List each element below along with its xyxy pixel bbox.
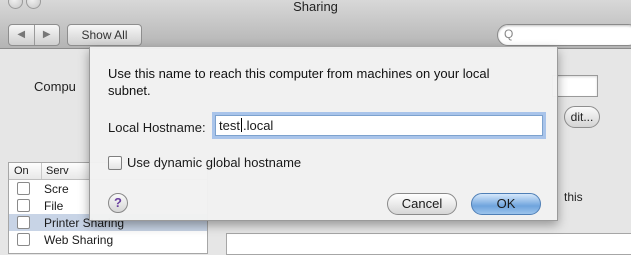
service-label: Web Sharing <box>44 232 114 247</box>
service-checkbox[interactable] <box>17 182 30 195</box>
edit-button[interactable]: dit... <box>564 106 600 128</box>
service-column-header: Serv <box>46 165 69 177</box>
service-checkbox[interactable] <box>17 216 30 229</box>
service-checkbox[interactable] <box>17 199 30 212</box>
on-column-header: On <box>9 163 42 179</box>
options-panel <box>226 233 631 255</box>
dynamic-hostname-label: Use dynamic global hostname <box>127 155 302 170</box>
service-label: Scre <box>44 181 69 196</box>
dynamic-hostname-option[interactable]: Use dynamic global hostname <box>108 155 301 170</box>
text-caret <box>240 118 242 132</box>
local-hostname-input[interactable]: test .local <box>215 115 543 136</box>
service-label: File <box>44 198 64 213</box>
sheet-description: Use this name to reach this computer fro… <box>108 66 490 98</box>
cancel-button[interactable]: Cancel <box>387 193 457 215</box>
back-arrow-icon[interactable]: ◀ <box>9 25 35 45</box>
window-toolbar: Sharing ◀ ▶ Show All Q <box>0 0 631 49</box>
window-title: Sharing <box>293 0 338 14</box>
ok-button[interactable]: OK <box>471 193 541 215</box>
description-text-fragment: this <box>564 190 583 204</box>
computer-name-label: Compu <box>34 79 76 94</box>
back-forward-control: ◀ ▶ <box>8 24 60 46</box>
hostname-sheet: Use this name to reach this computer fro… <box>89 47 558 221</box>
help-icon[interactable]: ? <box>108 193 128 213</box>
hostname-text-before-caret: test <box>219 118 240 133</box>
service-row-web-sharing[interactable]: Web Sharing <box>9 231 207 248</box>
search-field[interactable]: Q <box>497 24 631 46</box>
computer-name-field[interactable] <box>552 75 598 97</box>
hostname-text-after-caret: .local <box>242 118 274 133</box>
local-hostname-label: Local Hostname: <box>108 120 206 135</box>
dynamic-hostname-checkbox[interactable] <box>108 155 122 170</box>
search-icon: Q <box>504 27 514 41</box>
forward-arrow-icon[interactable]: ▶ <box>35 25 60 45</box>
show-all-button[interactable]: Show All <box>67 24 142 46</box>
service-checkbox[interactable] <box>17 233 30 246</box>
